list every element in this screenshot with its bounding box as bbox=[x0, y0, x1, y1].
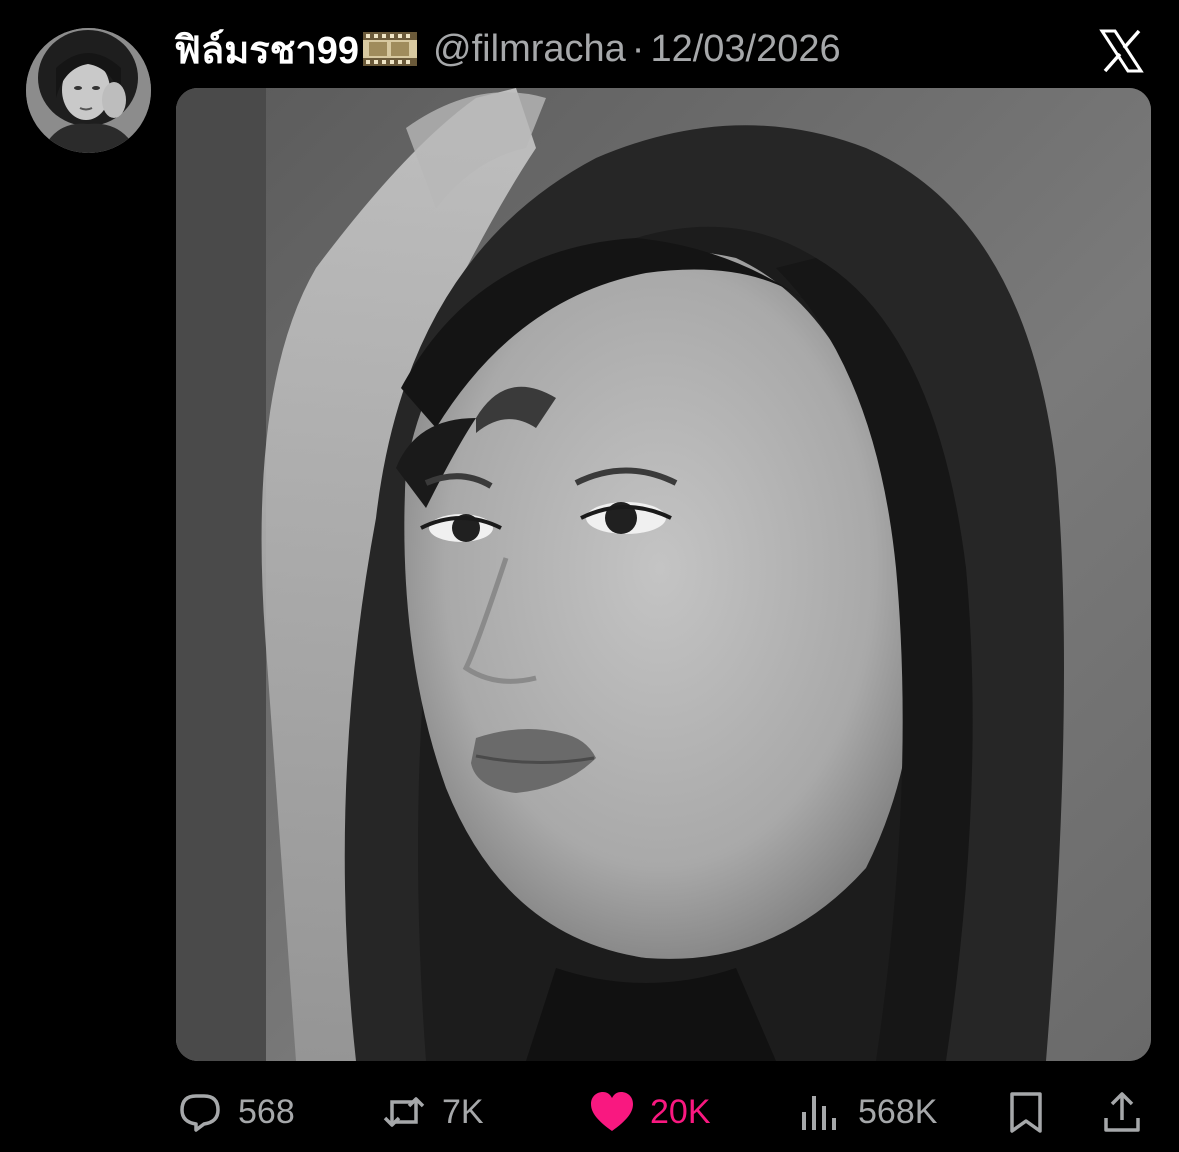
like-count: 20K bbox=[650, 1092, 711, 1131]
share-button[interactable] bbox=[1098, 1082, 1146, 1142]
bookmark-icon bbox=[1002, 1088, 1050, 1136]
reply-icon bbox=[176, 1088, 224, 1136]
post-timestamp[interactable]: 12/03/2026 bbox=[650, 28, 840, 71]
reply-count: 568 bbox=[238, 1092, 295, 1131]
action-bar: 568 7K 20K 568K bbox=[0, 1082, 1179, 1142]
x-logo-icon[interactable] bbox=[1096, 26, 1146, 76]
user-handle[interactable]: @filmracha bbox=[433, 28, 626, 71]
views-count: 568K bbox=[858, 1092, 938, 1131]
reply-button[interactable]: 568 bbox=[176, 1082, 295, 1142]
like-button[interactable]: 20K bbox=[588, 1082, 711, 1142]
post-header: ฟิล์มรชา99 @filmracha · 12/03/2026 bbox=[174, 26, 841, 72]
share-icon bbox=[1098, 1088, 1146, 1136]
avatar-photo bbox=[26, 28, 151, 153]
views-icon bbox=[796, 1088, 844, 1136]
repost-button[interactable]: 7K bbox=[380, 1082, 484, 1142]
views-button[interactable]: 568K bbox=[796, 1082, 937, 1142]
bookmark-button[interactable] bbox=[1002, 1082, 1050, 1142]
tweet: ฟิล์มรชา99 @filmracha · 12/03/2026 568 7… bbox=[0, 0, 1179, 1152]
repost-icon bbox=[380, 1088, 428, 1136]
separator-dot: · bbox=[631, 27, 645, 70]
avatar[interactable] bbox=[26, 28, 151, 153]
film-frames-emoji-icon bbox=[361, 28, 419, 70]
repost-count: 7K bbox=[442, 1092, 484, 1131]
heart-icon bbox=[588, 1088, 636, 1136]
post-photo[interactable] bbox=[176, 88, 1151, 1061]
display-name[interactable]: ฟิล์มรชา99 bbox=[174, 19, 359, 80]
